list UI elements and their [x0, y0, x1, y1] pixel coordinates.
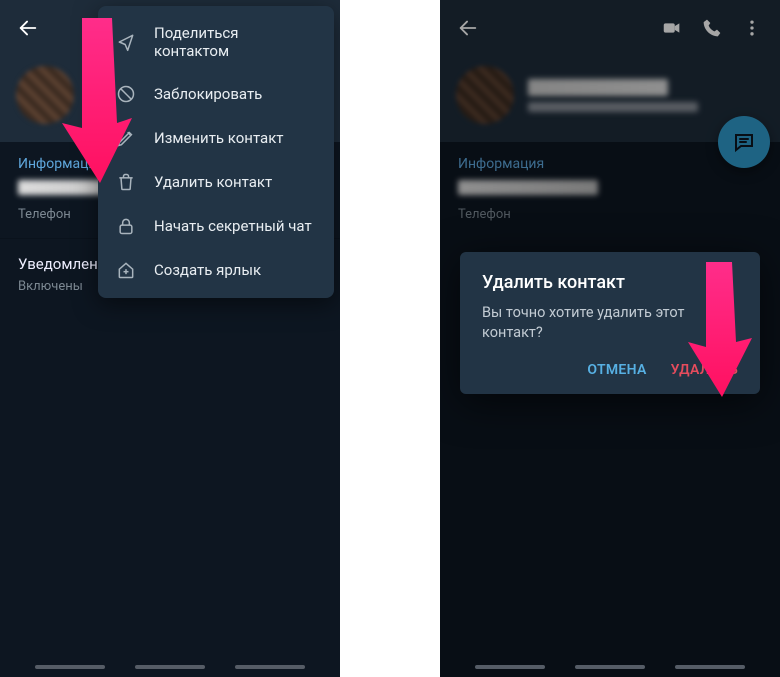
- avatar[interactable]: [16, 66, 74, 124]
- menu-item-delete[interactable]: Удалить контакт: [98, 160, 334, 204]
- system-nav-bar: [440, 665, 780, 669]
- dialog-title: Удалить контакт: [482, 272, 738, 293]
- menu-item-block[interactable]: Заблокировать: [98, 72, 334, 116]
- menu-item-shortcut[interactable]: Создать ярлык: [98, 248, 334, 292]
- delete-button[interactable]: УДАЛИТЬ: [671, 362, 738, 378]
- home-plus-icon: [116, 260, 136, 280]
- trash-icon: [116, 172, 136, 192]
- menu-item-label: Удалить контакт: [154, 173, 272, 191]
- cancel-button[interactable]: ОТМЕНА: [587, 362, 646, 378]
- system-nav-bar: [0, 665, 340, 669]
- menu-item-edit[interactable]: Изменить контакт: [98, 116, 334, 160]
- delete-contact-dialog: Удалить контакт Вы точно хотите удалить …: [460, 252, 760, 394]
- nav-back[interactable]: [235, 665, 305, 669]
- back-button[interactable]: [8, 8, 48, 48]
- nav-back[interactable]: [675, 665, 745, 669]
- arrow-left-icon: [17, 17, 39, 39]
- lock-icon: [116, 216, 136, 236]
- dialog-body: Вы точно хотите удалить этот контакт?: [482, 303, 738, 344]
- nav-recent[interactable]: [35, 665, 105, 669]
- dialog-actions: ОТМЕНА УДАЛИТЬ: [482, 362, 738, 384]
- pencil-icon: [116, 128, 136, 148]
- menu-item-label: Создать ярлык: [154, 261, 261, 279]
- screenshot-left: Информация Телефон Уведомления Включены …: [0, 0, 340, 677]
- menu-item-label: Начать секретный чат: [154, 217, 312, 235]
- nav-recent[interactable]: [475, 665, 545, 669]
- menu-item-label: Заблокировать: [154, 85, 262, 103]
- menu-item-secret-chat[interactable]: Начать секретный чат: [98, 204, 334, 248]
- context-menu: Поделиться контактом Заблокировать Измен…: [98, 6, 334, 298]
- nav-home[interactable]: [135, 665, 205, 669]
- menu-item-label: Изменить контакт: [154, 129, 284, 147]
- menu-item-share[interactable]: Поделиться контактом: [98, 12, 334, 72]
- nav-home[interactable]: [575, 665, 645, 669]
- block-icon: [116, 84, 136, 104]
- screenshot-right: Информация Телефон Удалить контакт Вы то…: [440, 0, 780, 677]
- menu-item-label: Поделиться контактом: [154, 24, 316, 60]
- share-icon: [116, 32, 136, 52]
